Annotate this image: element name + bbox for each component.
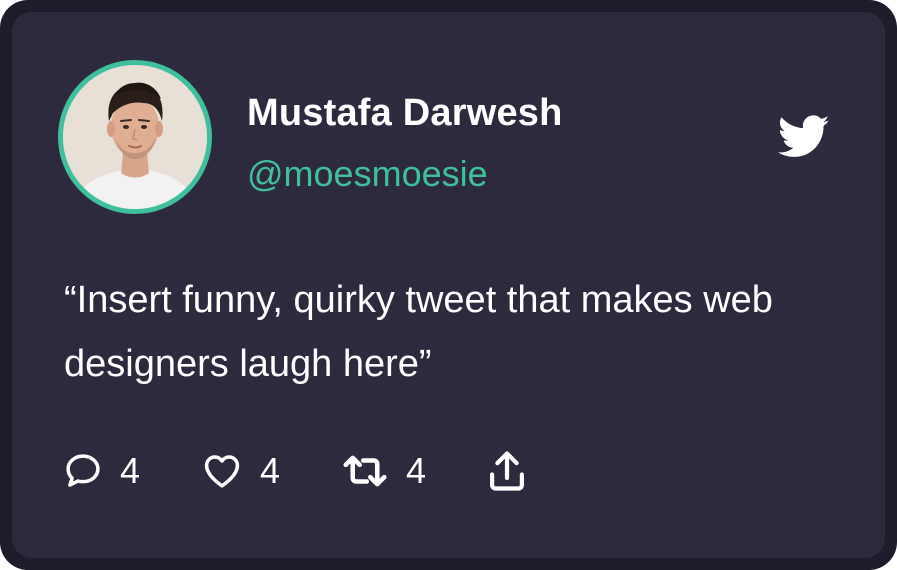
- reply-button[interactable]: 4: [62, 446, 140, 496]
- share-icon: [490, 451, 524, 491]
- share-button[interactable]: [486, 446, 528, 496]
- heart-icon: [204, 455, 240, 488]
- retweet-icon: [343, 455, 387, 487]
- like-button[interactable]: 4: [200, 446, 280, 496]
- like-count: 4: [260, 450, 281, 491]
- user-name[interactable]: Mustafa Darwesh: [247, 92, 563, 135]
- tweet-card: Mustafa Darwesh @moesmoesie “Insert funn…: [0, 0, 897, 570]
- avatar[interactable]: [58, 60, 212, 214]
- user-handle[interactable]: @moesmoesie: [247, 153, 488, 195]
- twitter-bird-icon[interactable]: [777, 115, 830, 159]
- retweet-count: 4: [406, 450, 427, 491]
- reply-count: 4: [120, 450, 141, 491]
- tweet-card-body: Mustafa Darwesh @moesmoesie “Insert funn…: [12, 12, 885, 558]
- avatar-image: [63, 65, 207, 209]
- speech-bubble-icon: [66, 454, 100, 487]
- retweet-button[interactable]: 4: [340, 446, 426, 496]
- tweet-text: “Insert funny, quirky tweet that makes w…: [64, 279, 773, 385]
